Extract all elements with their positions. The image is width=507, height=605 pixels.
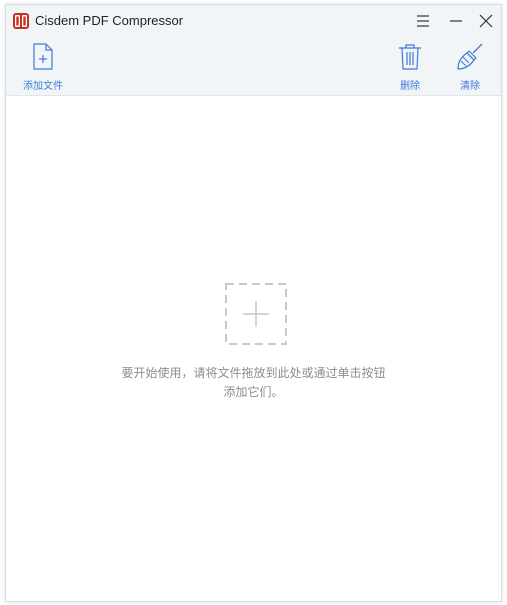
drop-hint-line1: 要开始使用，请将文件拖放到此处或通过单击按钮	[121, 366, 386, 380]
drop-area[interactable]: 要开始使用，请将文件拖放到此处或通过单击按钮 添加它们。	[6, 96, 501, 601]
cisdem-app-icon	[13, 13, 29, 29]
plus-icon	[243, 301, 269, 327]
clear-button[interactable]: 清除	[440, 37, 500, 95]
app-title: Cisdem PDF Compressor	[35, 13, 184, 28]
trash-icon	[399, 44, 421, 70]
close-button[interactable]	[476, 11, 496, 31]
minimize-button[interactable]	[446, 11, 466, 31]
menu-button[interactable]	[413, 11, 433, 31]
toolbar: 添加文件 删除 清除	[6, 37, 501, 96]
add-file-icon	[33, 43, 53, 70]
delete-button[interactable]: 删除	[380, 37, 440, 95]
drop-hint: 要开始使用，请将文件拖放到此处或通过单击按钮 添加它们。	[6, 364, 501, 402]
broom-icon	[457, 43, 483, 70]
menu-icon	[417, 15, 429, 27]
delete-label: 删除	[400, 81, 420, 92]
minimize-icon	[450, 20, 462, 22]
title-bar: Cisdem PDF Compressor	[6, 5, 501, 37]
add-files-drop-box[interactable]	[225, 283, 287, 345]
clear-label: 清除	[460, 81, 480, 92]
add-file-button[interactable]: 添加文件	[13, 37, 73, 95]
add-file-label: 添加文件	[23, 81, 63, 92]
drop-hint-line2: 添加它们。	[223, 385, 284, 399]
app-window: Cisdem PDF Compressor 添加文件 删除 清除 要开始使用，请…	[5, 4, 502, 602]
close-icon	[479, 14, 493, 28]
